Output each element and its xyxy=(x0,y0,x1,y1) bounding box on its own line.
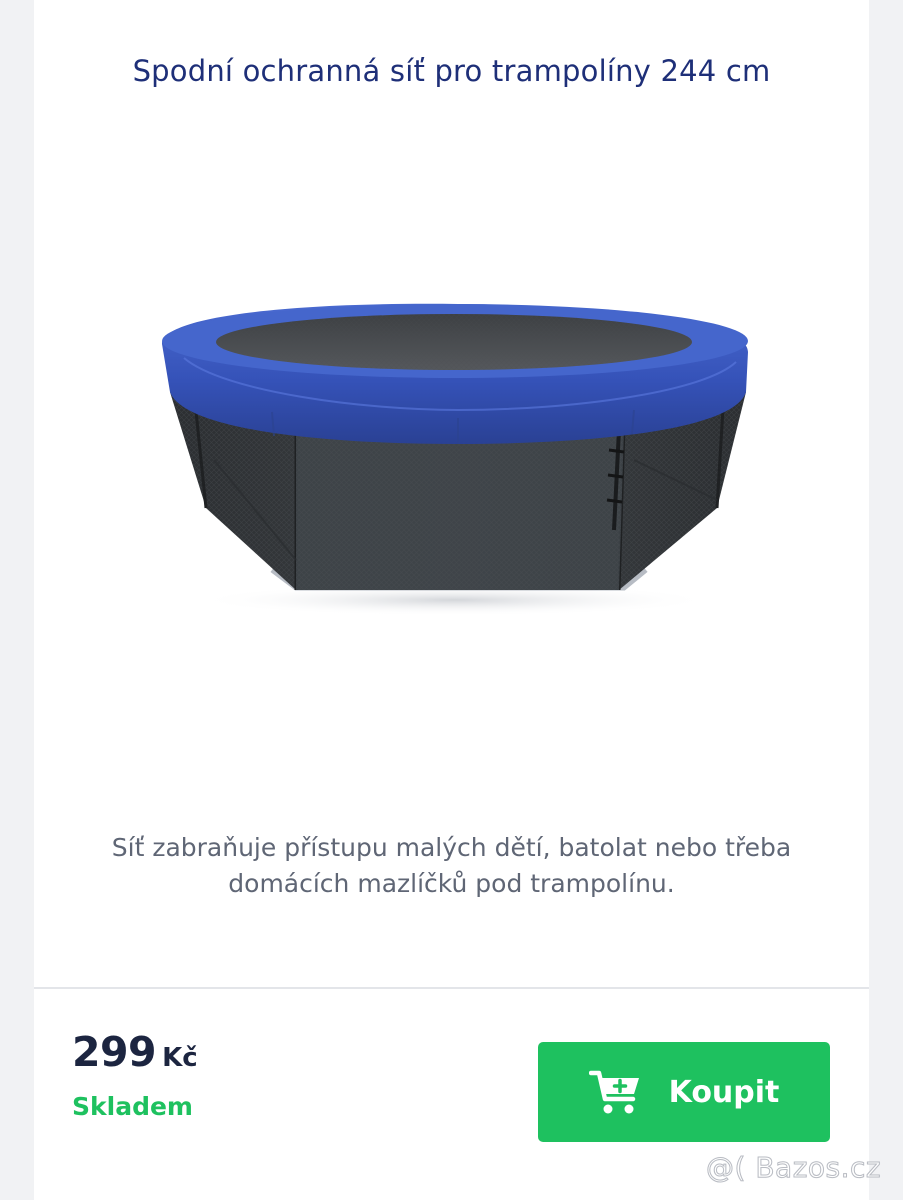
product-title: Spodní ochranná síť pro trampolíny 244 c… xyxy=(132,54,771,88)
product-description: Síť zabraňuje přístupu malých dětí, bato… xyxy=(111,833,792,898)
product-card: Spodní ochranná síť pro trampolíny 244 c… xyxy=(34,0,869,1200)
watermark: @( Bazos.cz xyxy=(705,1151,882,1185)
price-currency: Kč xyxy=(162,1043,198,1073)
price-value: 299 xyxy=(72,1028,157,1076)
add-to-cart-icon xyxy=(588,1070,639,1114)
divider xyxy=(34,987,869,989)
price: 299 Kč xyxy=(72,1028,198,1076)
product-image xyxy=(162,303,748,616)
buy-button-label: Koupit xyxy=(668,1074,780,1110)
buy-button[interactable]: Koupit xyxy=(538,1042,830,1142)
stock-status: Skladem xyxy=(72,1092,193,1121)
